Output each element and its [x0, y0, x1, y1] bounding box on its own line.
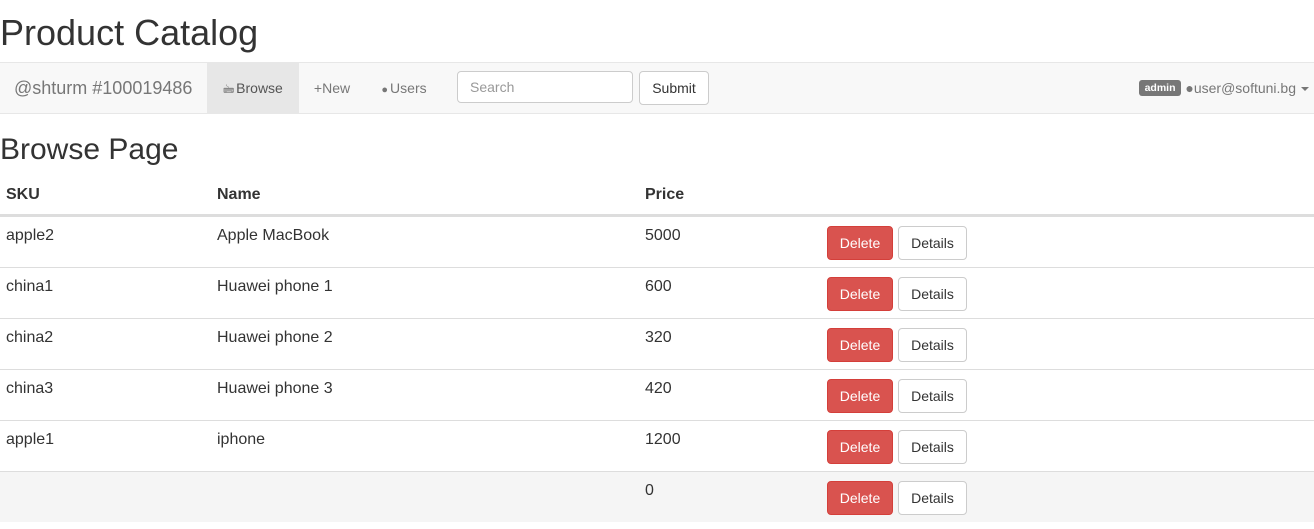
nav-item-label: Users — [390, 80, 427, 96]
table-row: china3 Huawei phone 3 420 Delete Details — [0, 369, 1314, 420]
price-cell: 1200 — [645, 431, 681, 448]
submit-button[interactable]: Submit — [639, 71, 709, 105]
column-header-sku: SKU — [6, 186, 40, 203]
nav-item-users[interactable]: ● Users — [374, 63, 434, 113]
delete-button[interactable]: Delete — [827, 226, 893, 260]
name-cell: Apple MacBook — [217, 227, 330, 244]
delete-button[interactable]: Delete — [827, 379, 893, 413]
navbar: @shturm #100019486 🖮 Browse +New ● Users S… — [0, 62, 1314, 114]
caret-down-icon — [1301, 87, 1309, 92]
table-row: apple2 Apple MacBook 5000 Delete Details — [0, 216, 1314, 267]
details-button[interactable]: Details — [898, 328, 967, 362]
name-cell: iphone — [217, 431, 266, 448]
role-badge: admin — [1138, 80, 1182, 97]
browse-icon: 🖮 — [223, 84, 235, 96]
nav-item-browse[interactable]: 🖮 Browse — [207, 63, 299, 113]
delete-button[interactable]: Delete — [827, 328, 893, 362]
table-row: china1 Huawei phone 1 600 Delete Details — [0, 267, 1314, 318]
details-button[interactable]: Details — [898, 481, 967, 515]
sku-cell: apple2 — [6, 227, 55, 244]
details-button[interactable]: Details — [898, 430, 967, 464]
sku-cell: china1 — [6, 278, 54, 295]
delete-button[interactable]: Delete — [827, 481, 893, 515]
column-header-name: Name — [217, 186, 261, 203]
details-button[interactable]: Details — [898, 226, 967, 260]
table-row: 0 Delete Details — [0, 471, 1314, 522]
navbar-brand[interactable]: @shturm #100019486 — [14, 63, 192, 113]
price-cell: 420 — [645, 380, 672, 397]
nav-item-new[interactable]: +New — [307, 63, 357, 113]
section-title: Browse Page — [0, 133, 179, 166]
sku-cell: apple1 — [6, 431, 55, 448]
search-input[interactable] — [457, 71, 633, 103]
user-icon: ● — [1185, 80, 1194, 96]
delete-button[interactable]: Delete — [827, 430, 893, 464]
price-cell: 0 — [645, 482, 654, 499]
column-header-price: Price — [645, 186, 685, 203]
price-cell: 5000 — [645, 227, 681, 244]
delete-button[interactable]: Delete — [827, 277, 893, 311]
sku-cell: china2 — [6, 329, 54, 346]
user-email: user@softuni.bg — [1193, 80, 1296, 96]
price-cell: 320 — [645, 329, 672, 346]
name-cell: Huawei phone 2 — [217, 329, 333, 346]
nav-item-label: Browse — [236, 80, 283, 96]
details-button[interactable]: Details — [898, 277, 967, 311]
table-row: apple1 iphone 1200 Delete Details — [0, 420, 1314, 471]
page-title: Product Catalog — [0, 12, 259, 53]
user-menu-dropdown[interactable]: admin ●user@softuni.bg — [1138, 63, 1309, 113]
name-cell: Huawei phone 3 — [217, 380, 333, 397]
table-row: china2 Huawei phone 2 320 Delete Details — [0, 318, 1314, 369]
nav-item-label: New — [322, 80, 351, 96]
price-cell: 600 — [645, 278, 672, 295]
plus-icon: + — [313, 80, 323, 96]
sku-cell: china3 — [6, 380, 54, 397]
details-button[interactable]: Details — [898, 379, 967, 413]
user-icon: ● — [381, 84, 389, 96]
table-header: SKU Name Price — [0, 176, 1314, 216]
name-cell: Huawei phone 1 — [217, 278, 333, 295]
products-table: SKU Name Price apple2 Apple MacBook 5000… — [0, 176, 1314, 522]
